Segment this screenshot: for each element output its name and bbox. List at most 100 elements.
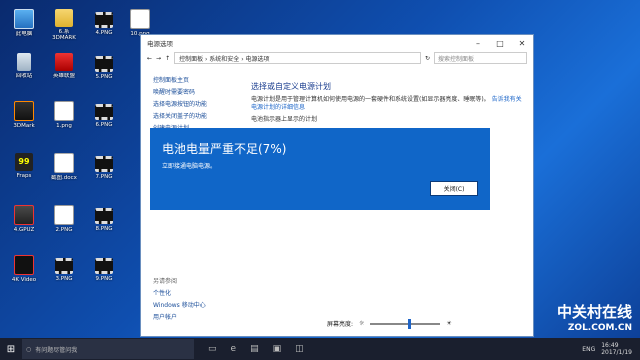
video-app-icon — [14, 255, 34, 275]
plans-header: 电池指示器上显示的计划 — [251, 116, 318, 123]
folder-icon — [55, 9, 73, 27]
system-tray: ENG 16:49 2017/1/19 — [582, 342, 640, 356]
sidebar-link[interactable]: 控制面板主页 — [153, 75, 243, 87]
start-button[interactable]: ⊞ — [0, 338, 22, 360]
up-icon[interactable]: ↑ — [165, 55, 170, 62]
desktop-icon[interactable]: 9.PNG — [84, 252, 124, 294]
computer-icon — [14, 9, 34, 29]
maximize-icon[interactable]: □ — [489, 39, 511, 48]
breadcrumb[interactable]: 控制面板 › 系统和安全 › 电源选项 — [174, 52, 421, 64]
see-also-link[interactable]: 个性化 — [153, 288, 206, 300]
see-also-header: 另请参阅 — [153, 278, 178, 285]
file-explorer-icon[interactable]: ▤ — [250, 344, 259, 354]
desktop-icon[interactable]: 2.PNG — [44, 202, 84, 244]
image-file-icon — [95, 56, 113, 72]
desktop-icon[interactable]: 3.PNG — [44, 252, 84, 294]
desktop-icon[interactable]: 4K Video — [4, 252, 44, 294]
see-also-link[interactable]: 用户帐户 — [153, 312, 206, 324]
sun-dim-icon: ☼ — [359, 320, 365, 327]
desktop-icon-label: 5.PNG — [95, 74, 113, 80]
desktop-icon[interactable]: 99 Fraps — [4, 150, 44, 192]
page-title: 选择或自定义电源计划 — [251, 82, 331, 91]
desktop-icon-label: 4.PNG — [95, 30, 113, 36]
brightness-slider[interactable] — [370, 318, 441, 329]
desktop-icon-label: 2.PNG — [55, 227, 73, 233]
image-file-icon — [95, 156, 113, 172]
desktop-icon-label: 4.GPUZ — [13, 227, 35, 233]
desktop-icon[interactable]: 4.PNG — [84, 6, 124, 48]
desktop-icons: 此电脑6.系3DMARK4.PNG10.png回收站英雄联盟5.PNG3DMar… — [0, 0, 150, 338]
desktop-icon-label: 英雄联盟 — [52, 73, 75, 79]
desktop-icon-label: 1.png — [56, 123, 72, 129]
sidebar: 控制面板主页唤醒时需要密码选择电源按钮的功能选择关闭盖子的功能创建电源计划 — [153, 75, 243, 135]
image-file-icon — [130, 9, 150, 29]
desktop-icon[interactable]: 5.PNG — [84, 50, 124, 92]
dialog-title: 电池电量严重不足(7%) — [162, 142, 287, 156]
search-input[interactable]: 搜索控制面板 — [434, 52, 527, 64]
refresh-icon[interactable]: ↻ — [425, 55, 430, 62]
desktop-icon[interactable]: 4.GPUZ — [4, 202, 44, 244]
battery-warning-dialog: 电池电量严重不足(7%) 立即接通电脑电源。 关闭(C) — [150, 128, 490, 210]
desktop-icon[interactable]: 此电脑 — [4, 6, 44, 48]
task-view-icon[interactable]: ▭ — [208, 344, 217, 354]
see-also: 另请参阅 个性化 Windows 移动中心 用户帐户 — [153, 276, 206, 324]
desktop-icon-label: Fraps — [16, 173, 32, 179]
store-icon[interactable]: ▣ — [273, 344, 282, 354]
cortana-icon: ○ — [26, 345, 32, 353]
sidebar-link[interactable]: 选择关闭盖子的功能 — [153, 111, 243, 123]
taskbar-apps: ▭ e ▤ ▣ ◫ — [208, 344, 304, 354]
word-document-icon — [54, 153, 74, 173]
close-button[interactable]: 关闭(C) — [430, 181, 478, 196]
image-file-icon — [95, 258, 113, 274]
taskbar: ⊞ ○ 有问题尽管问我 ▭ e ▤ ▣ ◫ ENG 16:49 2017/1/19 — [0, 338, 640, 360]
brightness-control: 屏幕亮度: ☼ ☀ — [327, 318, 452, 329]
desktop-icon-label: 6.PNG — [95, 122, 113, 128]
address-bar: ← → ↑ 控制面板 › 系统和安全 › 电源选项 ↻ 搜索控制面板 — [141, 51, 533, 65]
desktop-icon[interactable]: 回收站 — [4, 50, 44, 92]
control-panel-icon[interactable]: ◫ — [295, 344, 304, 354]
title-bar: 电源选项 – □ ✕ — [141, 35, 533, 51]
watermark-logo: 中关村在线 ZOL.COM.CN — [557, 304, 632, 336]
image-file-icon — [55, 258, 73, 274]
desktop-icon[interactable]: 英雄联盟 — [44, 50, 84, 92]
cortana-search[interactable]: ○ 有问题尽管问我 — [22, 339, 194, 359]
desktop-icon-label: 8.PNG — [95, 226, 113, 232]
forward-icon[interactable]: → — [156, 55, 161, 62]
desktop-icon[interactable]: 1.png — [44, 98, 84, 140]
3dmark-icon — [14, 101, 34, 121]
back-icon[interactable]: ← — [147, 55, 152, 62]
desktop-icon[interactable]: 6.PNG — [84, 98, 124, 140]
see-also-link[interactable]: Windows 移动中心 — [153, 300, 206, 312]
window-title: 电源选项 — [147, 40, 173, 48]
game-icon — [55, 53, 73, 71]
image-file-icon — [95, 104, 113, 120]
desktop-icon-label: 回收站 — [15, 73, 33, 79]
minimize-icon[interactable]: – — [467, 39, 489, 48]
image-file-icon — [95, 12, 113, 28]
brightness-label: 屏幕亮度: — [327, 321, 354, 328]
close-icon[interactable]: ✕ — [511, 39, 533, 48]
desktop-icon[interactable]: 6.系 3DMARK — [44, 6, 84, 48]
desktop-icon-label: 4K Video — [11, 277, 37, 283]
main-content: 选择或自定义电源计划 电源计划是用于管理计算机如何使用电源的一套硬件和系统设置(… — [251, 81, 525, 128]
desktop-icon[interactable]: 截图.docx — [44, 150, 84, 192]
desktop-icon-label: 9.PNG — [95, 276, 113, 282]
desktop-icon-label: 7.PNG — [95, 174, 113, 180]
gpuz-icon — [14, 205, 34, 225]
recycle-bin-icon — [17, 53, 31, 71]
language-indicator[interactable]: ENG — [582, 346, 595, 353]
clock[interactable]: 16:49 2017/1/19 — [601, 342, 632, 356]
desktop-icon[interactable]: 7.PNG — [84, 150, 124, 192]
sidebar-link[interactable]: 选择电源按钮的功能 — [153, 99, 243, 111]
sun-bright-icon: ☀ — [446, 320, 452, 327]
edge-icon[interactable]: e — [231, 344, 237, 354]
sidebar-link[interactable]: 唤醒时需要密码 — [153, 87, 243, 99]
dialog-message: 立即接通电脑电源。 — [162, 163, 217, 170]
watermark-url: ZOL.COM.CN — [567, 323, 632, 333]
desktop-icon[interactable]: 8.PNG — [84, 202, 124, 244]
image-file-icon — [54, 101, 74, 121]
desktop-icon-label: 3DMark — [13, 123, 35, 129]
desktop-icon-label: 3.PNG — [55, 276, 73, 282]
desktop-icon[interactable]: 3DMark — [4, 98, 44, 140]
image-file-icon — [54, 205, 74, 225]
